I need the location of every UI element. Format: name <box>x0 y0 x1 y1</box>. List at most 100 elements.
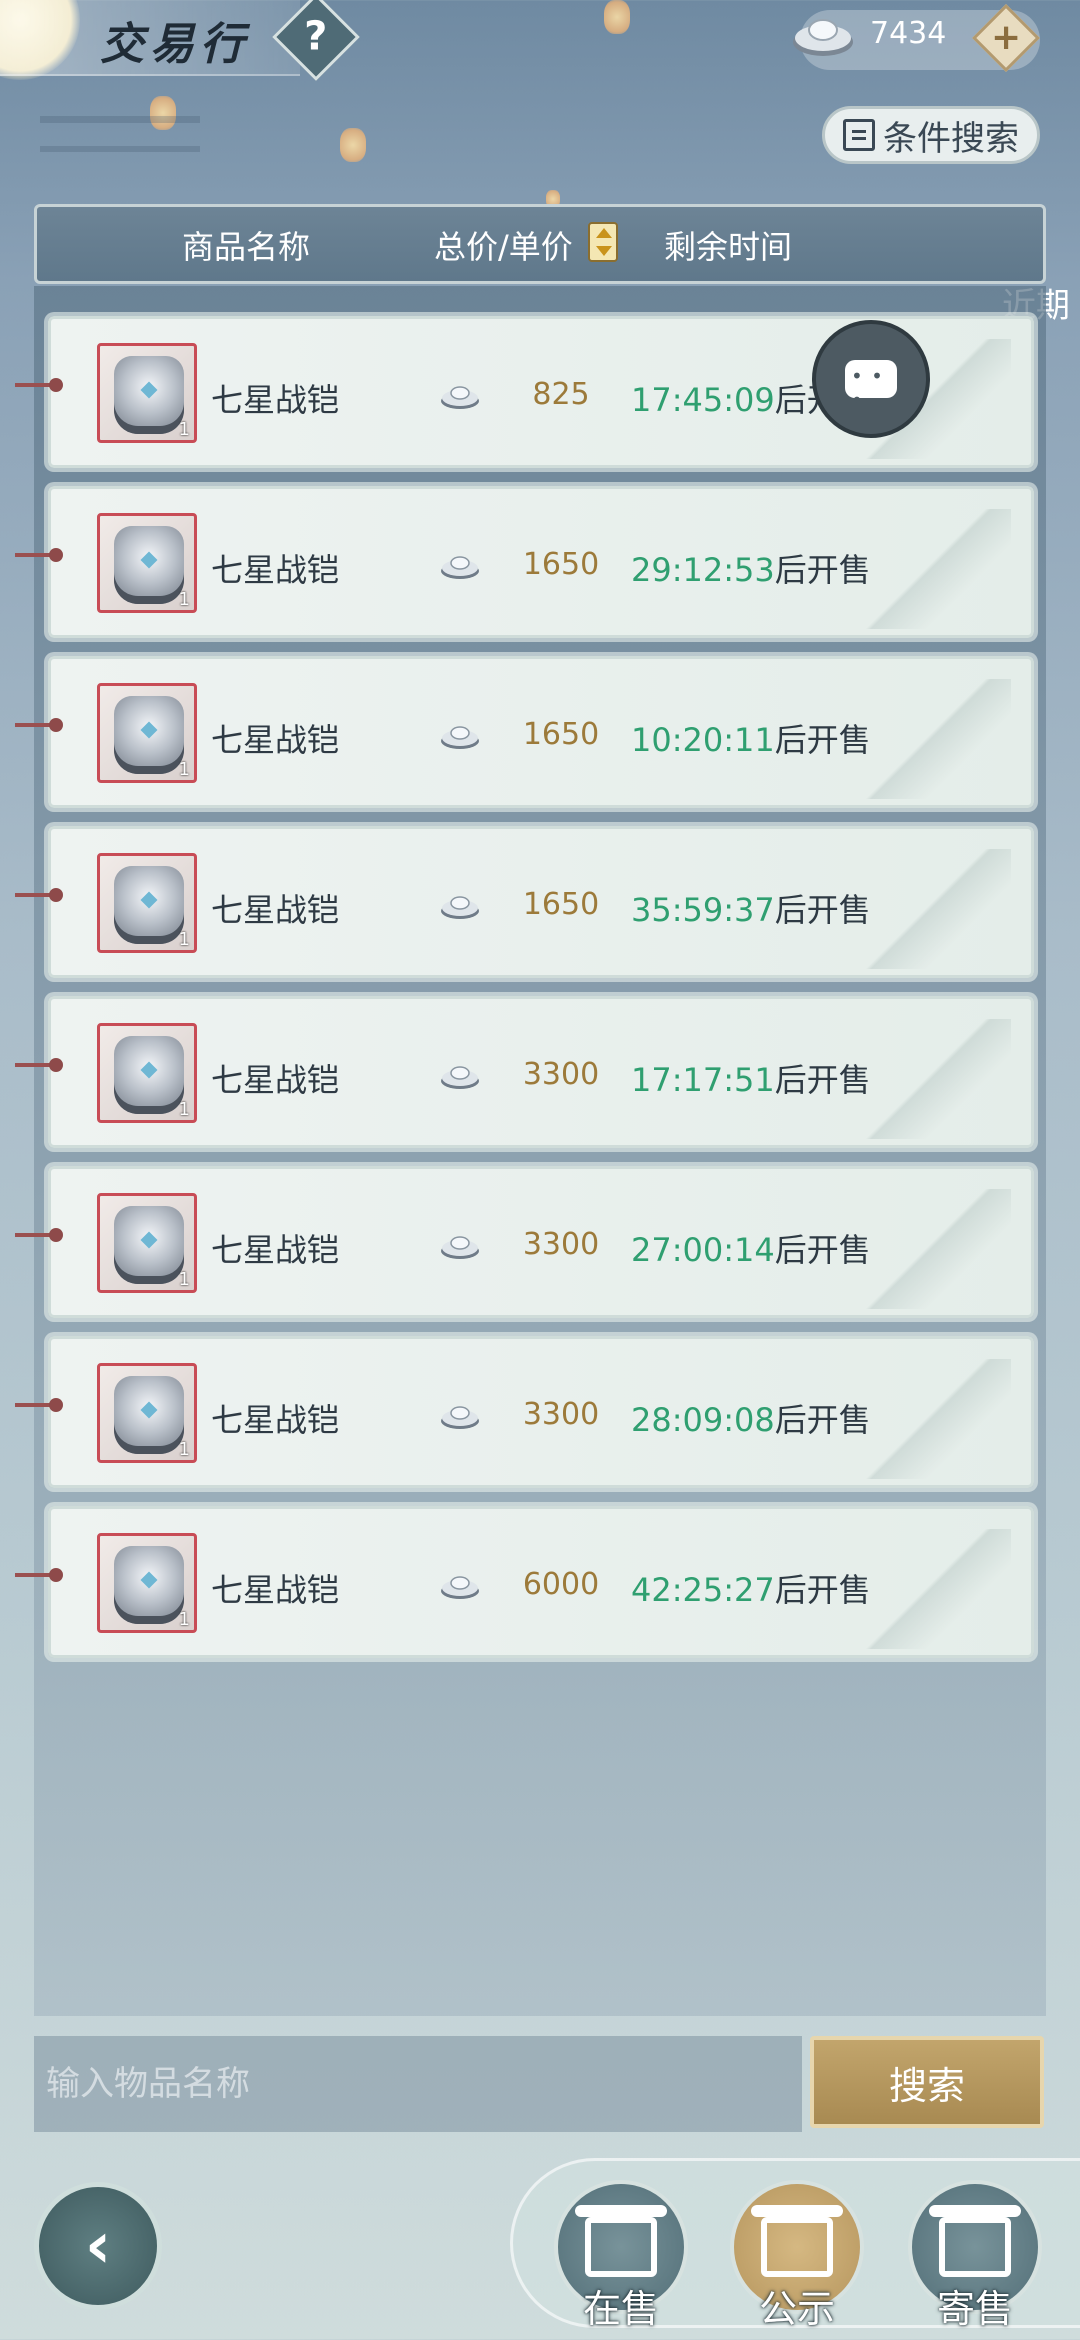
item-name: 七星战铠 <box>211 551 340 589</box>
silver-ingot-icon <box>441 556 479 579</box>
item-thumbnail[interactable]: 1 <box>97 853 197 953</box>
silver-ingot-icon <box>441 1576 479 1599</box>
sort-price-button[interactable] <box>588 222 618 262</box>
item-quantity: 1 <box>178 759 190 780</box>
armor-icon <box>114 526 184 604</box>
lantern-decoration <box>604 0 630 34</box>
mountain-decoration <box>851 679 1011 799</box>
mountain-decoration <box>851 1529 1011 1649</box>
pin-decoration <box>15 548 63 562</box>
item-name: 七星战铠 <box>211 1571 340 1609</box>
mountain-decoration <box>851 1019 1011 1139</box>
silver-ingot-icon <box>441 896 479 919</box>
item-thumbnail[interactable]: 1 <box>97 513 197 613</box>
item-countdown: 27:00:14 <box>631 1231 775 1269</box>
item-price: 3300 <box>522 1397 600 1432</box>
item-countdown: 28:09:08 <box>631 1401 775 1439</box>
item-countdown: 10:20:11 <box>631 721 775 759</box>
item-thumbnail[interactable]: 1 <box>97 1023 197 1123</box>
item-price: 3300 <box>522 1057 600 1092</box>
item-thumbnail[interactable]: 1 <box>97 1533 197 1633</box>
item-time: 42:25:27后开售 <box>631 1565 871 1611</box>
page-title: 交易行 <box>100 19 250 70</box>
listing-row[interactable]: 1 七星战铠 1650 10:20:11后开售 <box>15 656 1034 808</box>
listing-row[interactable]: 1 七星战铠 1650 35:59:37后开售 <box>15 826 1034 978</box>
chat-button[interactable] <box>812 320 930 438</box>
silver-ingot-icon <box>441 386 479 409</box>
tab-announce-label: 公示 <box>758 2287 835 2331</box>
column-time: 剩余时间 <box>664 228 793 266</box>
silver-ingot-icon <box>441 1066 479 1089</box>
lantern-decoration <box>340 128 366 162</box>
silver-ingot-icon <box>793 19 853 56</box>
goods-box-icon <box>929 2205 1021 2277</box>
item-time-suffix: 后开售 <box>774 1061 871 1099</box>
listing-row[interactable]: 1 七星战铠 3300 27:00:14后开售 <box>15 1166 1034 1318</box>
notice-board-icon <box>751 2205 843 2277</box>
armor-icon <box>114 696 184 774</box>
search-button[interactable]: 搜索 <box>810 2036 1044 2128</box>
item-time-suffix: 后开售 <box>774 1401 871 1439</box>
pin-decoration <box>15 1058 63 1072</box>
armor-icon <box>114 1036 184 1114</box>
item-name: 七星战铠 <box>211 891 340 929</box>
listing-row[interactable]: 1 七星战铠 6000 42:25:27后开售 <box>15 1506 1034 1658</box>
item-thumbnail[interactable]: 1 <box>97 683 197 783</box>
armor-icon <box>114 1206 184 1284</box>
item-time-suffix: 后开售 <box>774 1571 871 1609</box>
pin-decoration <box>15 1568 63 1582</box>
item-quantity: 1 <box>178 1099 190 1120</box>
armor-icon <box>114 1546 184 1624</box>
item-quantity: 1 <box>178 419 190 440</box>
item-name: 七星战铠 <box>211 1401 340 1439</box>
currency-value: 7434 <box>870 16 947 51</box>
mountain-decoration <box>851 1359 1011 1479</box>
item-thumbnail[interactable]: 1 <box>97 343 197 443</box>
item-countdown: 29:12:53 <box>631 551 775 589</box>
back-arrow-icon: ‹ <box>84 2209 112 2283</box>
filter-icon <box>843 119 875 151</box>
item-price: 1650 <box>522 547 600 582</box>
item-countdown: 35:59:37 <box>631 891 775 929</box>
filter-search-button[interactable]: 条件搜索 <box>822 106 1040 164</box>
pin-decoration <box>15 1398 63 1412</box>
item-quantity: 1 <box>178 929 190 950</box>
item-name: 七星战铠 <box>211 381 340 419</box>
help-icon: ? <box>304 13 328 60</box>
back-button[interactable]: ‹ <box>34 2182 162 2310</box>
filter-search-label: 条件搜索 <box>883 118 1019 159</box>
item-time: 28:09:08后开售 <box>631 1395 871 1441</box>
listing-row[interactable]: 1 七星战铠 1650 29:12:53后开售 <box>15 486 1034 638</box>
silver-ingot-icon <box>441 1406 479 1429</box>
item-time: 27:00:14后开售 <box>631 1225 871 1271</box>
item-price: 825 <box>532 377 590 412</box>
listing-row[interactable]: 1 七星战铠 3300 17:17:51后开售 <box>15 996 1034 1148</box>
item-time-suffix: 后开售 <box>774 1231 871 1269</box>
item-time-suffix: 后开售 <box>774 891 871 929</box>
pin-decoration <box>15 718 63 732</box>
tab-consign-label: 寄售 <box>936 2287 1013 2331</box>
pin-decoration <box>15 1228 63 1242</box>
listing-row[interactable]: 1 七星战铠 3300 28:09:08后开售 <box>15 1336 1034 1488</box>
item-countdown: 17:17:51 <box>631 1061 775 1099</box>
item-time: 10:20:11后开售 <box>631 715 871 761</box>
item-time: 35:59:37后开售 <box>631 885 871 931</box>
item-time-suffix: 后开售 <box>774 721 871 759</box>
pin-decoration <box>15 888 63 902</box>
item-time: 17:17:51后开售 <box>631 1055 871 1101</box>
pin-decoration <box>15 378 63 392</box>
armor-icon <box>114 1376 184 1454</box>
item-price: 6000 <box>522 1567 600 1602</box>
item-thumbnail[interactable]: 1 <box>97 1193 197 1293</box>
silver-ingot-icon <box>441 726 479 749</box>
search-input[interactable] <box>34 2036 802 2132</box>
chat-bubble-icon <box>845 360 897 412</box>
pagoda-decoration <box>40 80 200 200</box>
mountain-decoration <box>851 849 1011 969</box>
mountain-decoration <box>851 509 1011 629</box>
item-quantity: 1 <box>178 589 190 610</box>
item-name: 七星战铠 <box>211 721 340 759</box>
column-name: 商品名称 <box>182 228 311 266</box>
item-thumbnail[interactable]: 1 <box>97 1363 197 1463</box>
item-price: 1650 <box>522 717 600 752</box>
